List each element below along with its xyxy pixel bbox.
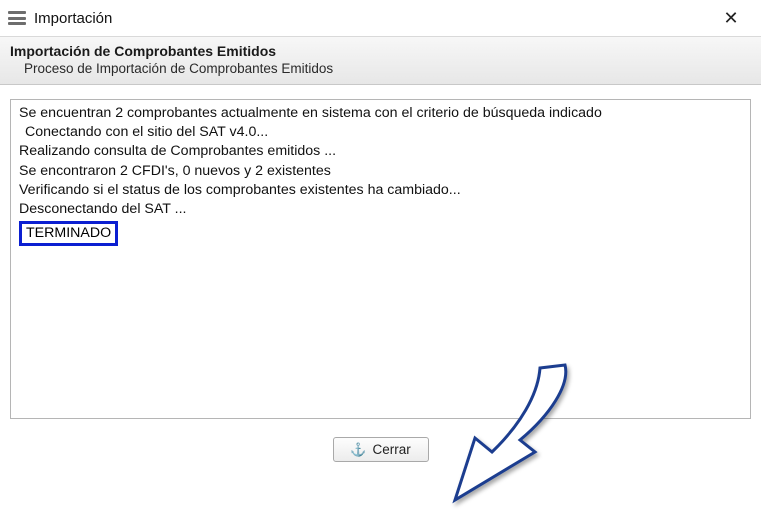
log-line: Se encuentran 2 comprobantes actualmente… [19,104,742,123]
window-close-button[interactable]: ✕ [711,3,751,33]
content-area: Se encuentran 2 comprobantes actualmente… [0,85,761,462]
header-panel: Importación de Comprobantes Emitidos Pro… [0,36,761,85]
titlebar: Importación ✕ [0,0,761,36]
log-line: Verificando si el status de los comproba… [19,181,742,200]
anchor-icon: ⚓ [350,443,366,456]
log-line: Realizando consulta de Comprobantes emit… [19,142,742,161]
app-icon [8,11,26,25]
close-button[interactable]: ⚓ Cerrar [333,437,429,462]
log-line: Conectando con el sitio del SAT v4.0... [19,123,742,142]
header-subtitle: Proceso de Importación de Comprobantes E… [10,61,751,76]
log-final-highlight: TERMINADO [19,221,118,246]
titlebar-left: Importación [8,10,112,27]
close-icon: ✕ [723,8,738,29]
log-box: Se encuentran 2 comprobantes actualmente… [10,99,751,419]
header-title: Importación de Comprobantes Emitidos [10,43,751,59]
log-line: Se encontraron 2 CFDI's, 0 nuevos y 2 ex… [19,162,742,181]
button-bar: ⚓ Cerrar [10,419,751,462]
log-line: Desconectando del SAT ... [19,200,742,219]
window-title: Importación [34,10,112,27]
close-button-label: Cerrar [372,442,410,457]
